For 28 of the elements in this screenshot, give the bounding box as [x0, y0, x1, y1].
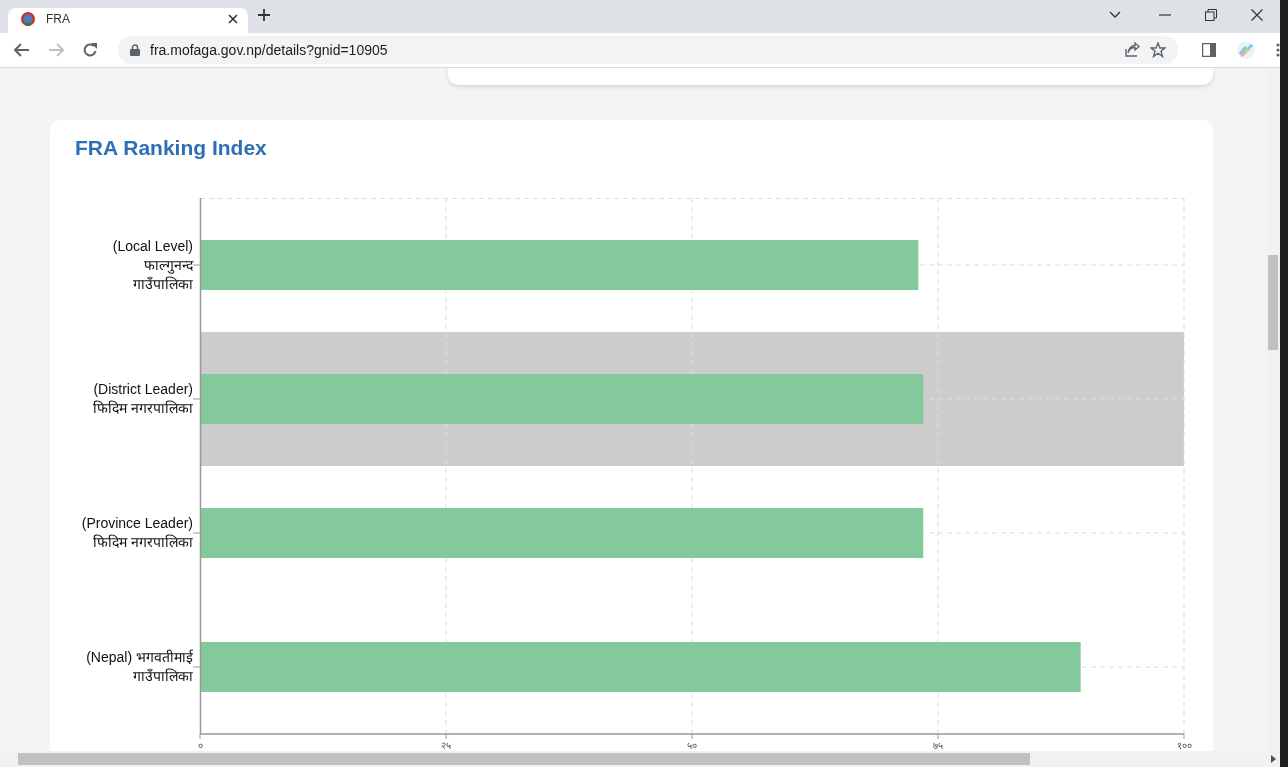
tick-label: ७५: [933, 740, 943, 751]
tick-label: ०: [197, 740, 203, 751]
axis-label: (Nepal) भगवतीमाई गाउँपालिका: [85, 648, 193, 686]
close-icon[interactable]: [228, 13, 238, 24]
browser-tab[interactable]: FRA: [8, 8, 248, 33]
horizontal-scrollbar[interactable]: [0, 751, 1280, 767]
axis-label: (District Leader) फिदिम नगरपालिका: [92, 380, 193, 418]
close-icon[interactable]: [1251, 9, 1263, 21]
tick-label: १००: [1176, 740, 1192, 751]
side-panel-icon[interactable]: [1202, 43, 1216, 57]
share-icon[interactable]: [1124, 42, 1140, 58]
chevron-down-icon[interactable]: [1109, 11, 1121, 19]
card-title: FRA Ranking Index: [75, 135, 267, 161]
tab-title: FRA: [46, 11, 71, 26]
tick-label: ५०: [687, 740, 697, 751]
star-icon[interactable]: [1150, 42, 1166, 58]
menu-icon[interactable]: [1276, 43, 1280, 57]
reload-icon[interactable]: [82, 42, 98, 58]
axis-label: (Province Leader) फिदिम नगरपालिका: [80, 514, 193, 552]
lock-icon: [130, 44, 140, 56]
tick-label: २५: [441, 740, 451, 751]
url-text: fra.mofaga.gov.np/details?gnid=10905: [150, 42, 389, 58]
axis-label: (Local Level) फाल्गुनन्द गाउँपालिका: [111, 236, 193, 294]
plus-icon[interactable]: [258, 9, 270, 21]
address-bar[interactable]: fra.mofaga.gov.np/details?gnid=10905: [118, 36, 1178, 64]
restore-icon[interactable]: [1205, 9, 1217, 21]
back-arrow-icon[interactable]: [14, 43, 30, 57]
emblem-icon: [20, 10, 36, 27]
